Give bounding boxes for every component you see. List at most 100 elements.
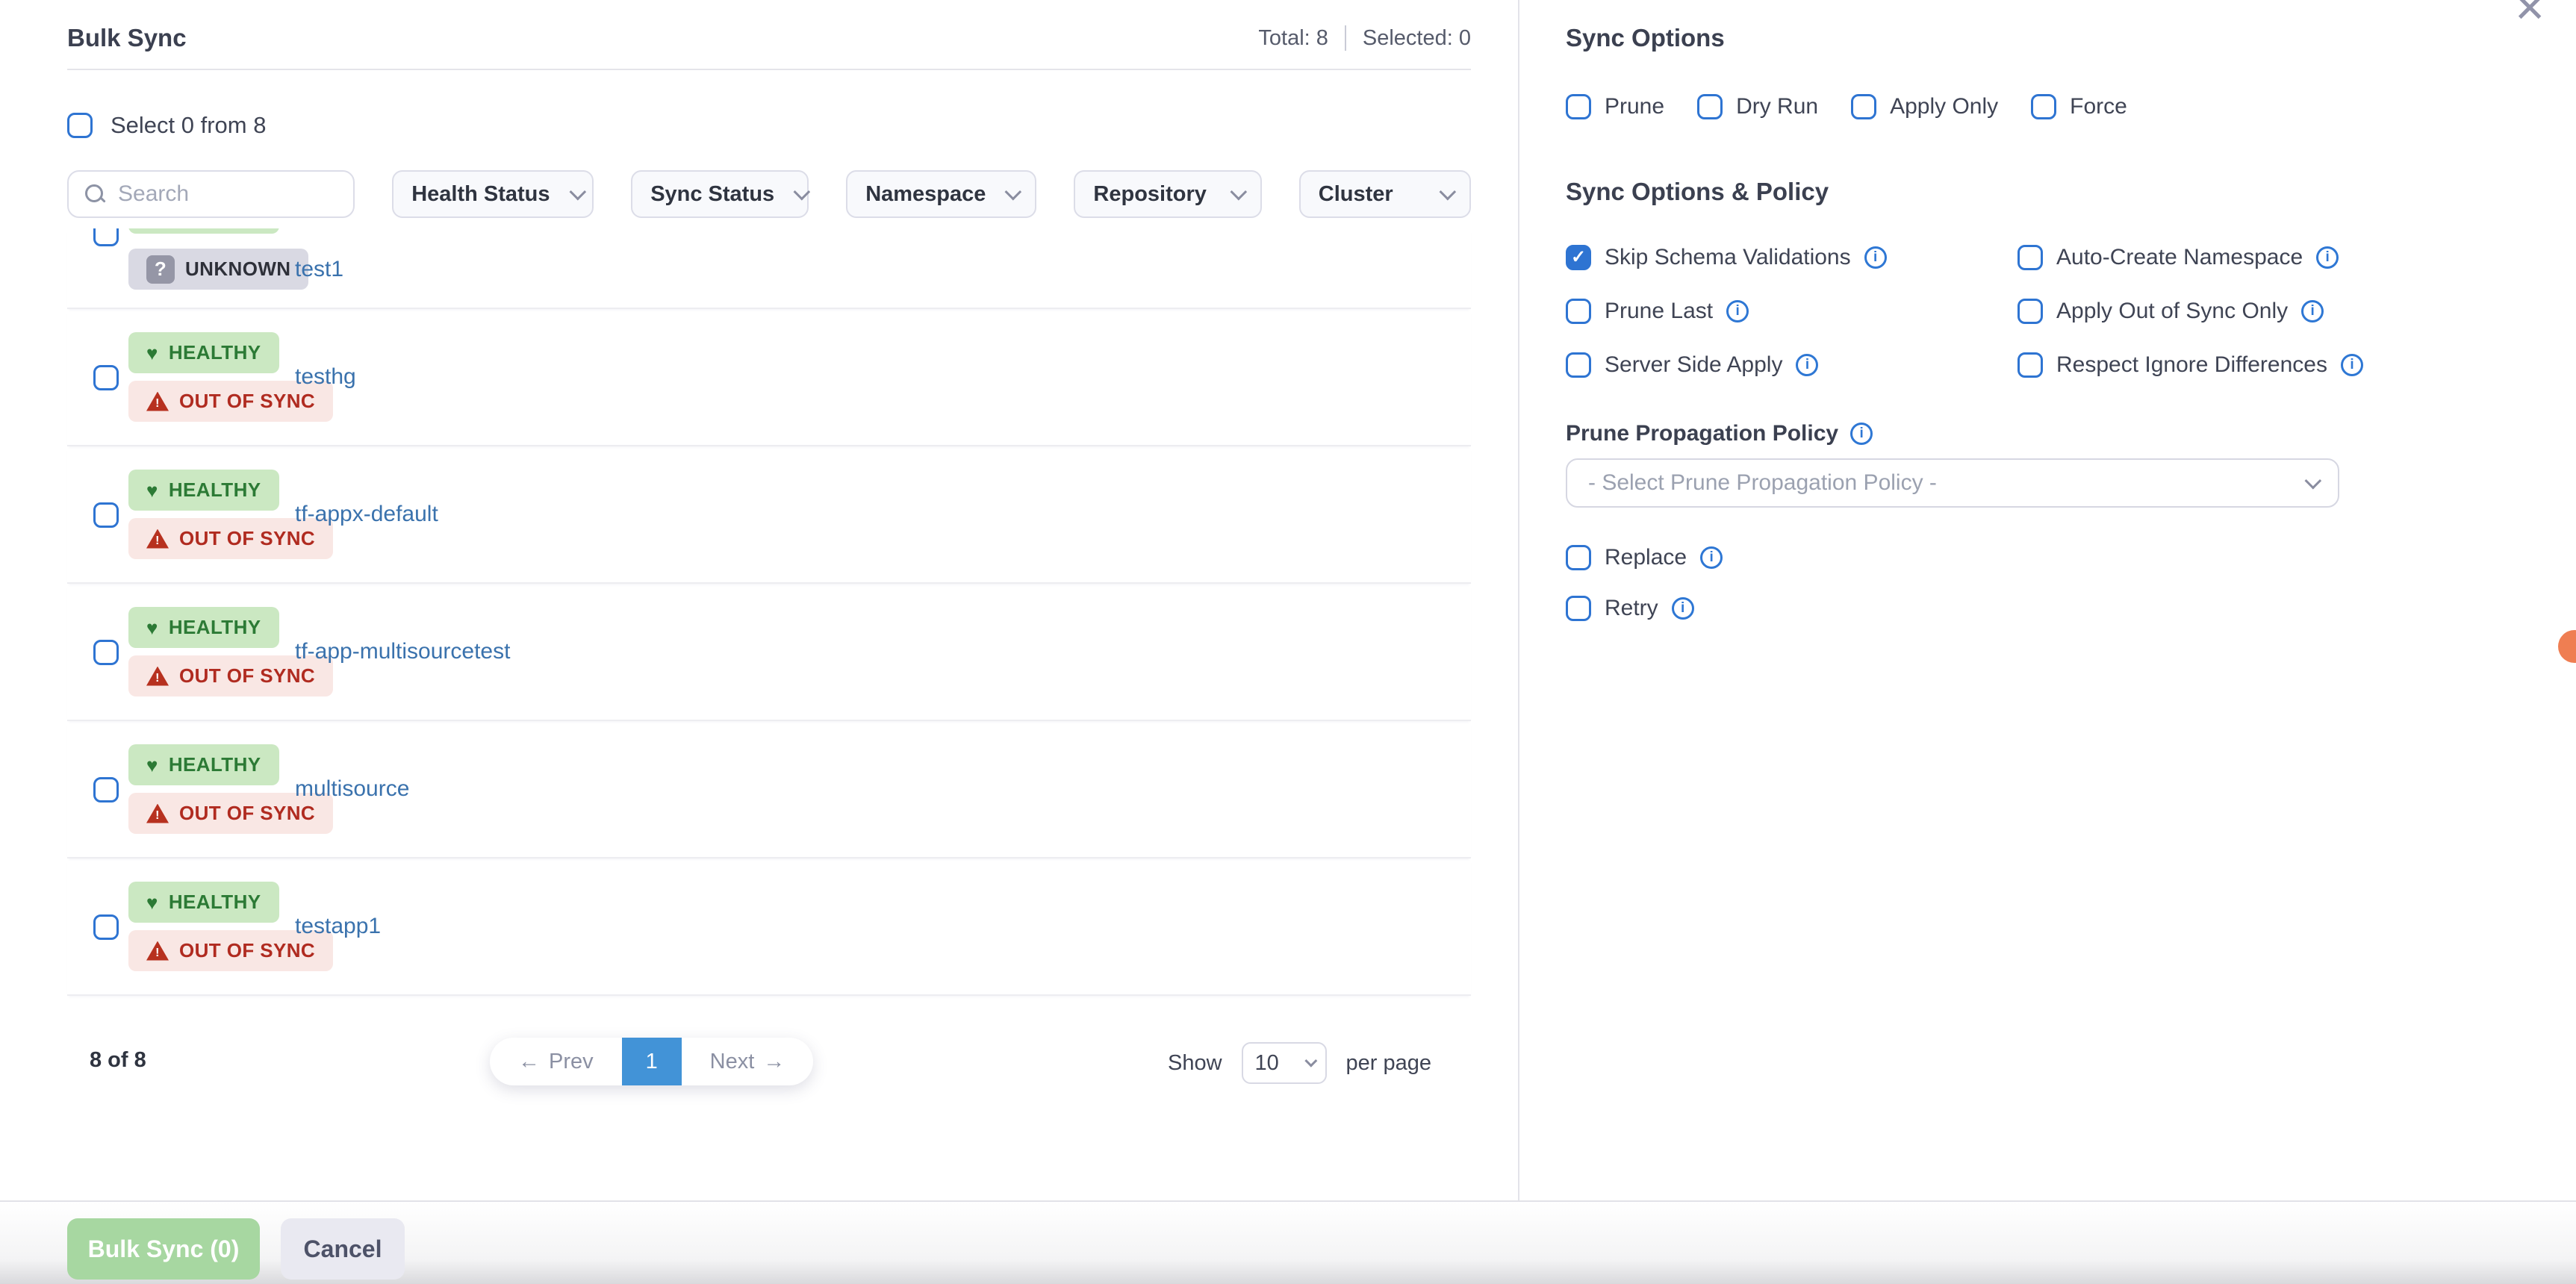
app-row: ♥ HEALTHY ! OUT OF SYNC testhg	[67, 309, 1471, 446]
option-server-side-apply: Server Side Apply i	[1566, 352, 2017, 378]
info-icon[interactable]: i	[1726, 300, 1749, 322]
apply-only-checkbox[interactable]	[1851, 94, 1876, 119]
app-name-link[interactable]: testhg	[295, 364, 356, 390]
row-checkbox[interactable]	[93, 502, 119, 528]
info-icon[interactable]: i	[1700, 546, 1723, 569]
cluster-filter-label: Cluster	[1319, 182, 1393, 207]
chevron-down-icon	[794, 184, 811, 201]
show-label: Show	[1168, 1051, 1222, 1076]
app-name-link[interactable]: multisource	[295, 776, 409, 802]
health-badge: ♥ HEALTHY	[128, 332, 279, 373]
respect-ignore-differences-checkbox[interactable]	[2017, 352, 2043, 378]
repository-filter-label: Repository	[1093, 182, 1206, 207]
sync-options-row: Prune Dry Run Apply Only Force	[1566, 94, 2546, 119]
chevron-down-icon	[1304, 1055, 1317, 1068]
search-icon	[84, 183, 106, 205]
current-page-button[interactable]: 1	[622, 1038, 682, 1085]
sync-options-title: Sync Options	[1566, 24, 2546, 52]
total-count: Total: 8	[1258, 26, 1328, 51]
bulk-sync-dialog: Bulk Sync Total: 8 Selected: 0 Select 0 …	[0, 0, 2576, 1284]
health-badge: ♥ HEALTHY	[128, 744, 279, 785]
app-row: ♥ HEALTHY ! OUT OF SYNC testapp1	[67, 858, 1471, 996]
row-checkbox[interactable]	[93, 640, 119, 665]
health-badge: ♥ HEALTHY	[128, 470, 279, 511]
app-name-link[interactable]: tf-app-multisourcetest	[295, 639, 510, 664]
apply-out-of-sync-only-checkbox[interactable]	[2017, 299, 2043, 324]
server-side-apply-checkbox[interactable]	[1566, 352, 1591, 378]
prune-propagation-policy-placeholder: - Select Prune Propagation Policy -	[1588, 470, 1937, 496]
policy-options-grid: ✓ Skip Schema Validations i Auto-Create …	[1566, 245, 2546, 378]
option-respect-ignore-differences: Respect Ignore Differences i	[2017, 352, 2546, 378]
health-badge: ♥ HEALTHY	[128, 882, 279, 923]
row-checkbox[interactable]	[93, 914, 119, 940]
search-input[interactable]	[118, 181, 338, 207]
sync-options-panel: Sync Options Prune Dry Run Apply Only Fo…	[1519, 0, 2576, 621]
app-row: ♥ HEALTHY ! OUT OF SYNC tf-app-multisour…	[67, 584, 1471, 721]
selected-count: Selected: 0	[1363, 26, 1471, 51]
chevron-down-icon	[569, 184, 586, 201]
info-icon[interactable]: i	[1864, 246, 1887, 269]
page-size-select[interactable]: 10	[1242, 1042, 1327, 1084]
dialog-header: Bulk Sync Total: 8 Selected: 0	[67, 24, 1471, 52]
force-checkbox[interactable]	[2031, 94, 2056, 119]
filter-bar: Health Status Sync Status Namespace Repo…	[67, 170, 1471, 218]
health-status-filter[interactable]: Health Status	[392, 170, 594, 218]
app-name-link[interactable]: tf-appx-default	[295, 502, 438, 527]
cluster-filter[interactable]: Cluster	[1299, 170, 1471, 218]
chevron-down-icon	[1005, 184, 1022, 201]
heart-icon: ♥	[146, 618, 158, 638]
app-name-link[interactable]: testapp1	[295, 914, 381, 939]
sync-status-badge: ? UNKNOWN	[128, 249, 308, 290]
next-page-button[interactable]: Next →	[682, 1038, 814, 1085]
retry-checkbox[interactable]	[1566, 596, 1591, 621]
info-icon[interactable]: i	[2341, 354, 2363, 376]
option-force: Force	[2031, 94, 2127, 119]
namespace-filter-label: Namespace	[865, 182, 986, 207]
option-prune-last: Prune Last i	[1566, 299, 2017, 324]
auto-create-namespace-checkbox[interactable]	[2017, 245, 2043, 270]
prune-propagation-policy-label: Prune Propagation Policy	[1566, 421, 1838, 446]
per-page-label: per page	[1346, 1051, 1432, 1076]
cancel-button[interactable]: Cancel	[281, 1218, 405, 1280]
page-summary: 8 of 8	[90, 1048, 146, 1073]
health-status-filter-label: Health Status	[411, 182, 550, 207]
app-name-link[interactable]: test1	[295, 257, 343, 282]
totals-divider	[1345, 25, 1346, 51]
prune-propagation-policy-row: Prune Propagation Policy i	[1566, 421, 2546, 446]
sync-status-filter[interactable]: Sync Status	[631, 170, 809, 218]
info-icon[interactable]: i	[1850, 423, 1873, 445]
info-icon[interactable]: i	[2316, 246, 2339, 269]
search-box[interactable]	[67, 170, 355, 218]
pager: ← Prev 1 Next →	[490, 1038, 813, 1085]
heart-icon: ♥	[146, 481, 158, 500]
repository-filter[interactable]: Repository	[1074, 170, 1261, 218]
row-checkbox[interactable]	[93, 777, 119, 802]
warning-icon: !	[146, 667, 169, 686]
close-icon[interactable]: ✕	[2513, 0, 2546, 28]
skip-schema-validations-checkbox[interactable]: ✓	[1566, 245, 1591, 270]
warning-icon: !	[146, 804, 169, 823]
namespace-filter[interactable]: Namespace	[846, 170, 1036, 218]
row-checkbox[interactable]	[93, 365, 119, 390]
dry-run-checkbox[interactable]	[1697, 94, 1723, 119]
warning-icon: !	[146, 529, 169, 549]
prune-propagation-policy-select[interactable]: - Select Prune Propagation Policy -	[1566, 458, 2339, 508]
info-icon[interactable]: i	[1672, 597, 1694, 620]
prune-last-checkbox[interactable]	[1566, 299, 1591, 324]
header-divider	[67, 69, 1471, 70]
left-arrow-icon: ←	[518, 1050, 540, 1074]
selection-totals: Total: 8 Selected: 0	[1258, 25, 1471, 51]
floating-action-button-clipped[interactable]	[2558, 630, 2576, 663]
replace-checkbox[interactable]	[1566, 545, 1591, 570]
option-apply-out-of-sync-only: Apply Out of Sync Only i	[2017, 299, 2546, 324]
info-icon[interactable]: i	[1796, 354, 1818, 376]
chevron-down-icon	[1440, 184, 1457, 201]
bulk-sync-button[interactable]: Bulk Sync (0)	[67, 1218, 260, 1280]
info-icon[interactable]: i	[2301, 300, 2324, 322]
row-checkbox[interactable]	[93, 228, 119, 246]
prune-checkbox[interactable]	[1566, 94, 1591, 119]
app-row: ♥ HEALTHY ! OUT OF SYNC tf-appx-default	[67, 446, 1471, 584]
prev-page-button[interactable]: ← Prev	[490, 1038, 622, 1085]
select-all-checkbox[interactable]	[67, 113, 93, 138]
right-arrow-icon: →	[763, 1050, 785, 1074]
